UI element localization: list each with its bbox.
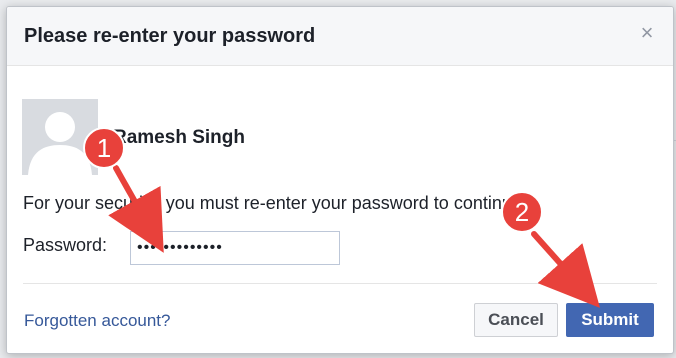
forgotten-account-link[interactable]: Forgotten account?	[24, 311, 170, 331]
dialog-header: Please re-enter your password ×	[7, 7, 673, 66]
password-input[interactable]	[130, 231, 340, 265]
default-avatar-icon	[22, 99, 98, 175]
reauth-dialog: Please re-enter your password × Ramesh S…	[6, 6, 674, 354]
security-message: For your security, you must re-enter you…	[23, 193, 527, 213]
submit-button[interactable]: Submit	[566, 303, 654, 337]
close-icon[interactable]: ×	[639, 22, 655, 44]
footer-divider	[23, 283, 657, 284]
password-label: Password:	[23, 235, 108, 255]
cancel-button[interactable]: Cancel	[474, 303, 558, 337]
user-name: Ramesh Singh	[113, 127, 245, 148]
avatar	[22, 99, 98, 175]
dialog-title: Please re-enter your password	[24, 25, 316, 47]
